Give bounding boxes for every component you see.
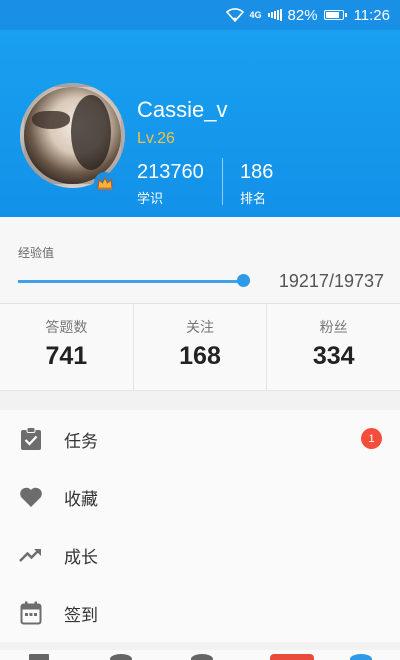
level-badge: Lv.26 — [137, 130, 175, 147]
experience-progress-thumb — [237, 274, 251, 287]
network-4g-icon: 4G — [249, 10, 262, 20]
wifi-icon — [225, 8, 244, 22]
battery-icon — [323, 10, 347, 20]
menu-item-favorites-label: 收藏 — [64, 489, 98, 510]
menu-item-tasks-label: 任务 — [64, 431, 98, 452]
trending-up-icon — [19, 543, 43, 567]
followers-count[interactable]: 粉丝 334 — [267, 304, 400, 390]
discover-icon[interactable] — [191, 654, 213, 660]
explore-icon[interactable] — [110, 654, 132, 660]
status-bar: 4G 82% 11:26 — [0, 0, 400, 30]
calendar-icon — [19, 601, 43, 625]
knowledge-label: 学识 — [137, 192, 164, 207]
followers-count-label: 粉丝 — [319, 320, 348, 336]
menu-item-favorites[interactable]: 收藏 — [0, 468, 400, 526]
answers-count-label: 答题数 — [45, 320, 88, 336]
knowledge-value: 213760 — [137, 161, 204, 183]
rank-label: 排名 — [240, 192, 267, 207]
signal-icon — [267, 9, 282, 21]
experience-progress-bar — [18, 280, 250, 283]
menu-item-checkin[interactable]: 签到 — [0, 584, 400, 642]
username: Cassie_v — [137, 97, 228, 122]
followers-count-value: 334 — [312, 342, 355, 370]
experience-section: 经验值 19217/19737 — [0, 217, 400, 304]
experience-label: 经验值 — [18, 246, 55, 260]
following-count-label: 关注 — [186, 320, 214, 336]
menu-item-growth[interactable]: 成长 — [0, 526, 400, 584]
answers-count-value: 741 — [45, 342, 88, 370]
experience-value: 19217/19737 — [278, 271, 384, 291]
crown-icon — [94, 172, 116, 194]
messages-icon[interactable] — [270, 654, 314, 660]
tasks-notification-badge: 1 — [361, 428, 382, 449]
clipboard-check-icon — [19, 427, 43, 451]
rank-value: 186 — [240, 161, 274, 183]
clock: 11:26 — [353, 6, 390, 24]
bottom-nav — [0, 650, 400, 660]
menu-list: 任务 1 收藏 成长 签到 — [0, 410, 400, 642]
answers-count[interactable]: 答题数 741 — [0, 304, 134, 390]
battery-percent: 82% — [287, 6, 318, 24]
profile-icon[interactable] — [350, 654, 372, 660]
heart-icon — [19, 485, 43, 509]
menu-item-growth-label: 成长 — [64, 547, 98, 568]
home-icon[interactable] — [29, 654, 49, 660]
experience-progress-fill — [18, 280, 244, 283]
menu-item-checkin-label: 签到 — [64, 605, 98, 626]
following-count[interactable]: 关注 168 — [134, 304, 268, 390]
following-count-value: 168 — [179, 342, 221, 370]
stats-divider — [222, 158, 223, 205]
counts-row: 答题数 741 关注 168 粉丝 334 — [0, 304, 400, 391]
menu-item-tasks[interactable]: 任务 1 — [0, 410, 400, 468]
